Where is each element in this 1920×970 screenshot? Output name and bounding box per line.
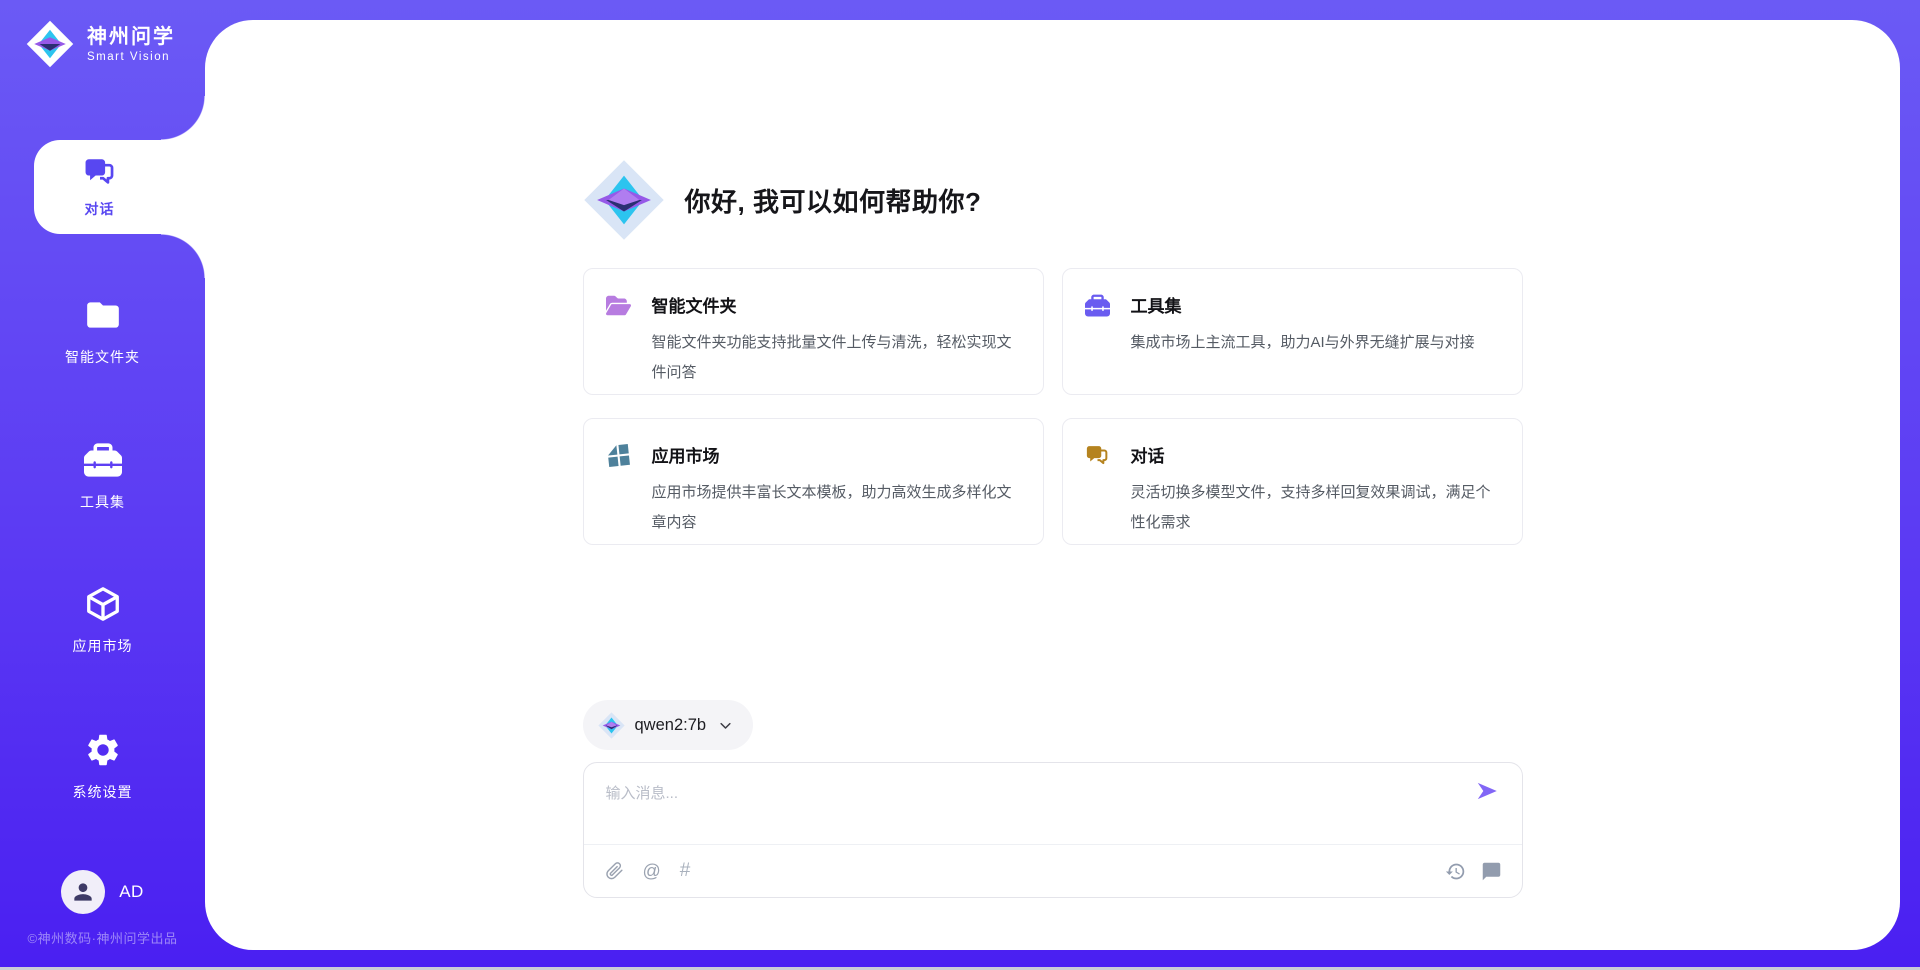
sidebar-item-label: 对话 xyxy=(85,199,115,219)
folder-icon xyxy=(84,296,122,334)
message-composer: @ # xyxy=(583,762,1523,898)
sidebar-item-label: 系统设置 xyxy=(73,782,133,802)
avatar xyxy=(61,870,105,914)
card-chat[interactable]: 对话 灵活切换多模型文件，支持多样回复效果调试，满足个性化需求 xyxy=(1062,418,1523,545)
sidebar-item-settings[interactable]: 系统设置 xyxy=(0,731,205,802)
send-icon xyxy=(1474,778,1500,804)
person-icon xyxy=(70,879,96,905)
folder-open-icon xyxy=(606,292,652,394)
card-description: 灵活切换多模型文件，支持多样回复效果调试，满足个性化需求 xyxy=(1131,478,1498,538)
gear-icon xyxy=(84,731,122,769)
toolbox-icon xyxy=(1085,292,1131,394)
toolbox-icon xyxy=(84,441,122,479)
brand: 神州问学 Smart Vision xyxy=(26,20,175,68)
hashtag-icon[interactable]: # xyxy=(680,860,691,882)
card-title: 智能文件夹 xyxy=(652,292,1019,317)
chevron-down-icon xyxy=(718,718,733,733)
send-button[interactable] xyxy=(1474,778,1500,804)
card-description: 集成市场上主流工具，助力AI与外界无缝扩展与对接 xyxy=(1131,328,1475,358)
feature-cards: 智能文件夹 智能文件夹功能支持批量文件上传与清洗，轻松实现文件问答 工具集 集成… xyxy=(583,268,1523,545)
history-icon[interactable] xyxy=(1445,861,1466,882)
card-smart-folder[interactable]: 智能文件夹 智能文件夹功能支持批量文件上传与清洗，轻松实现文件问答 xyxy=(583,268,1044,395)
sidebar-item-label: 智能文件夹 xyxy=(65,347,140,367)
card-title: 应用市场 xyxy=(652,442,1019,467)
sidebar-item-label: 工具集 xyxy=(80,492,125,512)
sidebar-item-app-market[interactable]: 应用市场 xyxy=(0,585,205,656)
sidebar: 神州问学 Smart Vision 对话 智能文件夹 工具集 应用 xyxy=(0,0,205,970)
model-logo-diamond-icon xyxy=(598,712,625,739)
app-logo-diamond-icon xyxy=(583,158,665,242)
composer-toolbar: @ # xyxy=(584,844,1522,897)
sidebar-item-label: 应用市场 xyxy=(73,636,133,656)
card-description: 应用市场提供丰富长文本模板，助力高效生成多样化文章内容 xyxy=(652,478,1019,538)
card-title: 对话 xyxy=(1131,442,1498,467)
model-selector[interactable]: qwen2:7b xyxy=(583,700,754,750)
card-title: 工具集 xyxy=(1131,292,1475,317)
model-name: qwen2:7b xyxy=(635,716,707,735)
main-panel: 你好, 我可以如何帮助你? 智能文件夹 智能文件夹功能支持批量文件上传与清洗，轻… xyxy=(205,20,1900,950)
mention-icon[interactable]: @ xyxy=(643,861,661,882)
brand-tagline: Smart Vision xyxy=(87,51,175,63)
card-description: 智能文件夹功能支持批量文件上传与清洗，轻松实现文件问答 xyxy=(652,328,1019,388)
cube-icon xyxy=(84,585,122,623)
greeting: 你好, 我可以如何帮助你? xyxy=(583,158,1523,242)
message-input[interactable] xyxy=(584,763,1522,844)
greeting-text: 你好, 我可以如何帮助你? xyxy=(685,182,982,219)
user-profile[interactable]: AD xyxy=(0,870,205,914)
chat-icon xyxy=(83,155,117,189)
brand-name: 神州问学 xyxy=(87,26,175,49)
sidebar-item-smart-folder[interactable]: 智能文件夹 xyxy=(0,296,205,367)
attachment-icon[interactable] xyxy=(604,861,624,881)
copyright-text: ©神州数码·神州问学出品 xyxy=(0,928,205,947)
sidebar-item-chat[interactable]: 对话 xyxy=(34,140,205,234)
chat-icon xyxy=(1085,442,1131,544)
card-toolset[interactable]: 工具集 集成市场上主流工具，助力AI与外界无缝扩展与对接 xyxy=(1062,268,1523,395)
user-name: AD xyxy=(119,882,144,902)
comment-icon[interactable] xyxy=(1481,861,1502,882)
card-app-market[interactable]: 应用市场 应用市场提供丰富长文本模板，助力高效生成多样化文章内容 xyxy=(583,418,1044,545)
grid-icon xyxy=(606,442,652,544)
sidebar-item-toolset[interactable]: 工具集 xyxy=(0,441,205,512)
brand-logo-diamond-icon xyxy=(26,20,74,68)
